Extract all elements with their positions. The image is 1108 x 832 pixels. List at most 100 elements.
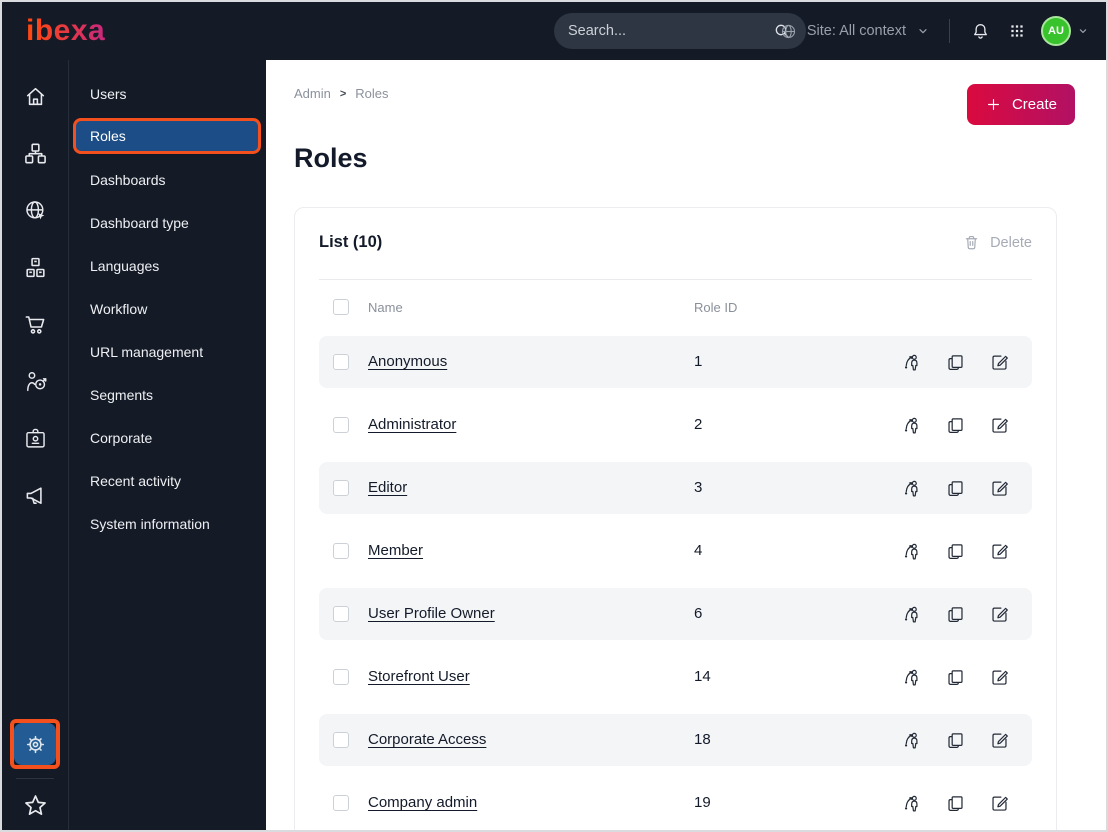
role-name-link[interactable]: Editor — [368, 479, 407, 496]
sidebar-item-corporate[interactable]: Corporate — [69, 416, 266, 459]
row-checkbox[interactable] — [333, 669, 349, 685]
sidebar-item-recent-activity[interactable]: Recent activity — [69, 459, 266, 502]
role-name-link[interactable]: Storefront User — [368, 668, 470, 685]
app-switcher-button[interactable] — [1006, 20, 1028, 42]
sidebar-item-label: Users — [90, 85, 127, 102]
copy-role-button[interactable] — [945, 541, 966, 562]
edit-role-button[interactable] — [989, 604, 1010, 625]
plus-icon — [985, 96, 1002, 113]
sidebar-menu: Users Roles Dashboards Dashboard type La… — [69, 60, 266, 830]
row-checkbox[interactable] — [333, 354, 349, 370]
rail-item-site[interactable] — [9, 182, 61, 239]
rail-item-content-tree[interactable] — [9, 125, 61, 182]
edit-role-button[interactable] — [989, 793, 1010, 814]
role-name-link[interactable]: Company admin — [368, 794, 477, 811]
notifications-button[interactable] — [968, 19, 993, 44]
edit-role-button[interactable] — [989, 352, 1010, 373]
rail-item-personalization[interactable] — [9, 353, 61, 410]
edit-role-button[interactable] — [989, 415, 1010, 436]
sidebar-item-system-information[interactable]: System information — [69, 502, 266, 545]
copy-role-button[interactable] — [945, 478, 966, 499]
assign-users-button[interactable] — [901, 415, 922, 436]
row-checkbox[interactable] — [333, 417, 349, 433]
role-name-link[interactable]: Anonymous — [368, 353, 447, 370]
assign-users-button[interactable] — [901, 793, 922, 814]
site-context-selector[interactable]: Site: All context — [779, 22, 931, 41]
list-card-header: List (10) Delete — [319, 232, 1032, 253]
sidebar-item-label: Segments — [90, 386, 154, 403]
copy-role-button[interactable] — [945, 667, 966, 688]
rail-item-marketing[interactable] — [9, 467, 61, 524]
copy-icon — [945, 541, 966, 562]
delete-button[interactable]: Delete — [962, 233, 1032, 252]
create-button[interactable]: Create — [966, 84, 1075, 125]
row-checkbox[interactable] — [333, 795, 349, 811]
assign-users-icon — [901, 352, 922, 373]
rail-item-corporate[interactable] — [9, 410, 61, 467]
select-all-checkbox[interactable] — [333, 299, 349, 315]
create-button-label: Create — [1011, 96, 1057, 113]
sidebar-item-roles[interactable]: Roles — [73, 118, 261, 154]
trash-icon — [962, 233, 981, 252]
top-bar: ibexa Site: All context — [2, 2, 1106, 60]
column-header-role-id: Role ID — [694, 299, 738, 315]
row-checkbox[interactable] — [333, 732, 349, 748]
assign-users-button[interactable] — [901, 604, 922, 625]
edit-role-button[interactable] — [989, 667, 1010, 688]
rail-item-commerce[interactable] — [9, 296, 61, 353]
assign-users-button[interactable] — [901, 478, 922, 499]
breadcrumb-admin[interactable]: Admin — [294, 86, 331, 101]
copy-role-button[interactable] — [945, 793, 966, 814]
sidebar-item-label: Recent activity — [90, 472, 182, 489]
table-row: Company admin 19 — [319, 777, 1032, 829]
assign-users-icon — [901, 730, 922, 751]
copy-role-button[interactable] — [945, 604, 966, 625]
copy-role-button[interactable] — [945, 352, 966, 373]
copy-icon — [945, 793, 966, 814]
edit-role-button[interactable] — [989, 478, 1010, 499]
list-title: List (10) — [319, 233, 383, 251]
role-name-link[interactable]: Member — [368, 542, 423, 559]
role-name-link[interactable]: Administrator — [368, 416, 456, 433]
rail-item-admin[interactable] — [14, 723, 56, 765]
sidebar-item-languages[interactable]: Languages — [69, 244, 266, 287]
ibexa-logo[interactable]: ibexa — [26, 14, 105, 48]
sidebar-item-dashboards[interactable]: Dashboards — [69, 158, 266, 201]
sidebar-item-workflow[interactable]: Workflow — [69, 287, 266, 330]
role-id-value: 3 — [694, 479, 703, 496]
breadcrumb-roles[interactable]: Roles — [355, 86, 388, 101]
assign-users-button[interactable] — [901, 352, 922, 373]
row-actions — [880, 352, 1010, 373]
edit-role-button[interactable] — [989, 541, 1010, 562]
sidebar-item-url-management[interactable]: URL management — [69, 330, 266, 373]
role-name-link[interactable]: Corporate Access — [368, 731, 486, 748]
column-header-name: Name — [368, 299, 403, 315]
assign-users-button[interactable] — [901, 667, 922, 688]
edit-icon — [989, 730, 1010, 751]
site-globe-cursor-icon — [23, 198, 48, 223]
icon-rail-bottom — [2, 719, 68, 824]
copy-role-button[interactable] — [945, 730, 966, 751]
search-input[interactable] — [568, 23, 772, 39]
sidebar-item-users[interactable]: Users — [69, 72, 266, 115]
rail-item-home[interactable] — [9, 68, 61, 125]
edit-role-button[interactable] — [989, 730, 1010, 751]
row-actions — [880, 793, 1010, 814]
assign-users-icon — [901, 604, 922, 625]
copy-icon — [945, 352, 966, 373]
copy-role-button[interactable] — [945, 415, 966, 436]
rail-item-products[interactable] — [9, 239, 61, 296]
row-checkbox[interactable] — [333, 606, 349, 622]
rail-item-bookmarks[interactable] — [9, 786, 61, 824]
role-name-link[interactable]: User Profile Owner — [368, 605, 495, 622]
assign-users-button[interactable] — [901, 730, 922, 751]
row-checkbox[interactable] — [333, 543, 349, 559]
edit-icon — [989, 604, 1010, 625]
user-menu[interactable]: AU — [1041, 16, 1090, 46]
sidebar-item-segments[interactable]: Segments — [69, 373, 266, 416]
sidebar-item-dashboard-type[interactable]: Dashboard type — [69, 201, 266, 244]
row-checkbox[interactable] — [333, 480, 349, 496]
role-id-value: 2 — [694, 416, 703, 433]
topbar-divider — [949, 19, 950, 43]
assign-users-button[interactable] — [901, 541, 922, 562]
